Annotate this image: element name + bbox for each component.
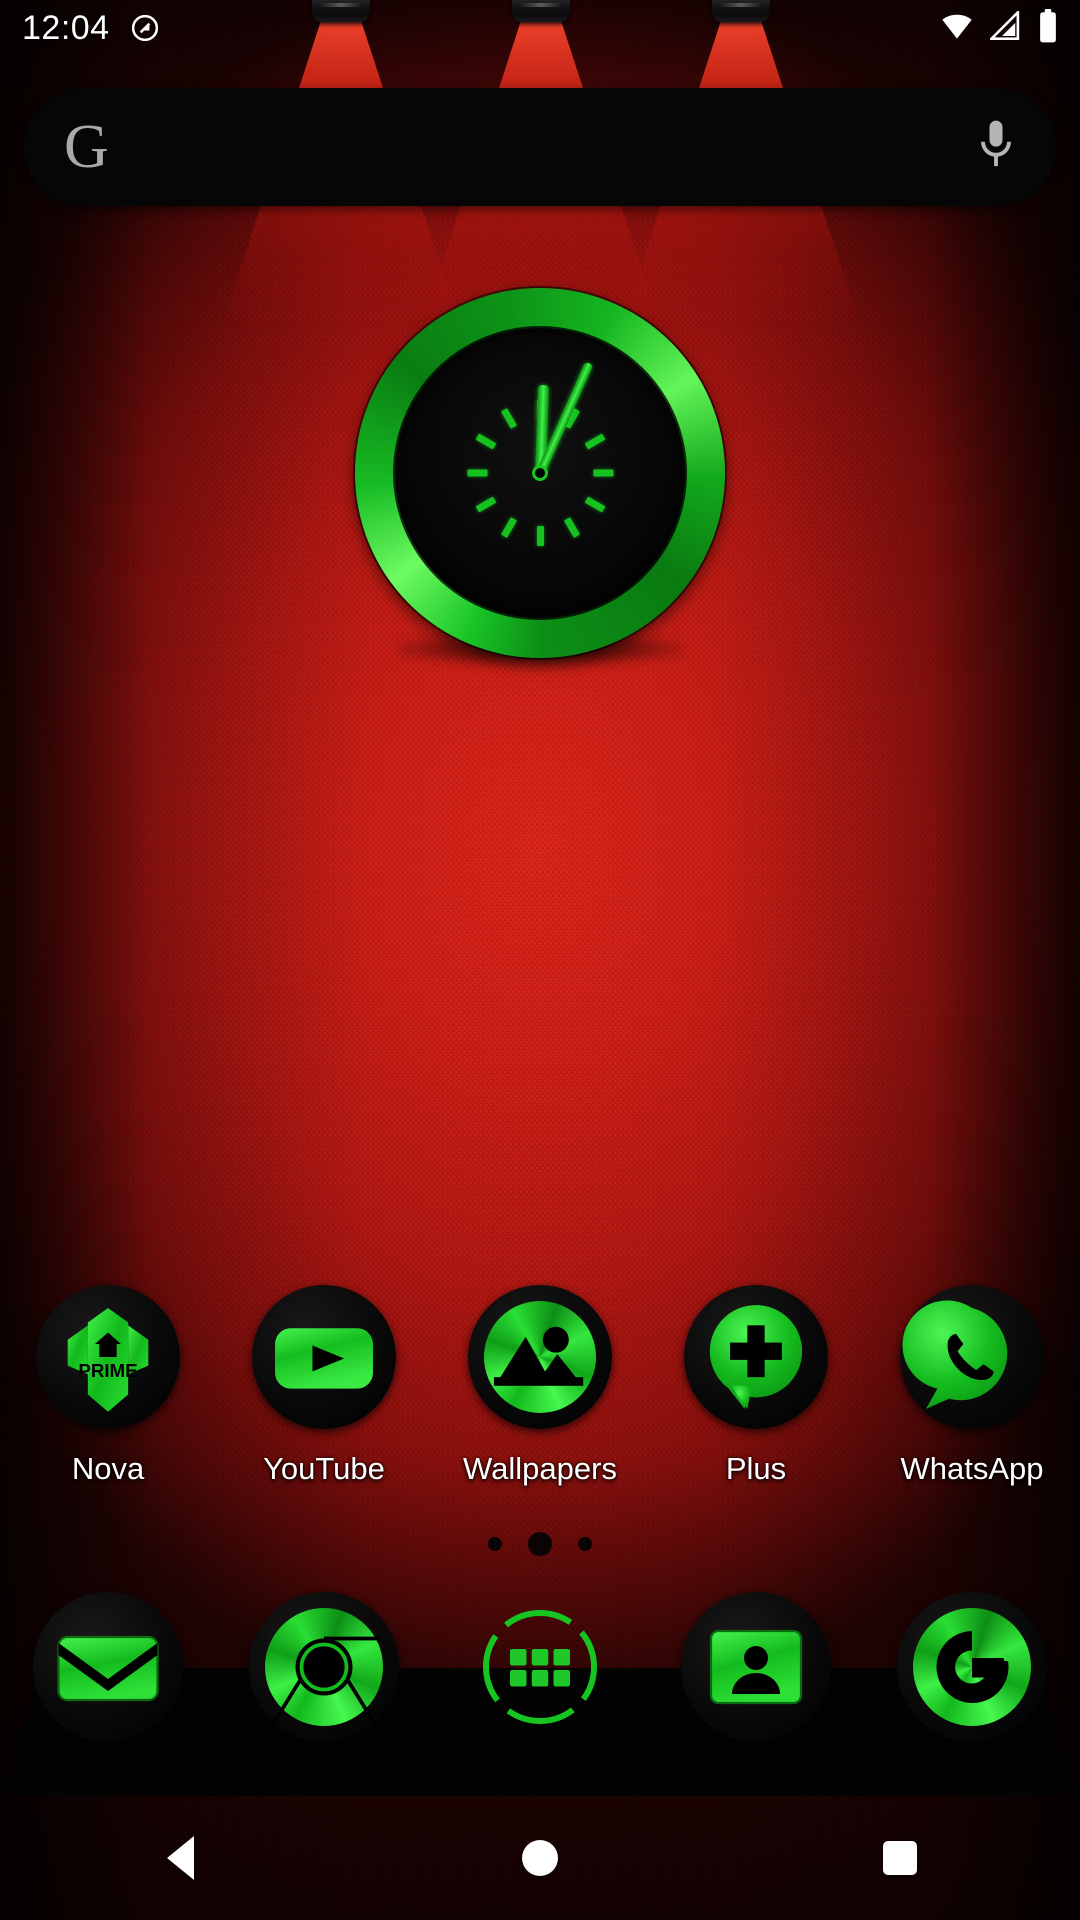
app-item-youtube[interactable]: YouTube [216,1285,432,1487]
rotation-lock-icon [130,13,160,43]
dock [0,1592,1080,1742]
page-dot[interactable] [488,1537,502,1551]
google-g-logo: G [64,113,109,181]
app-drawer-icon[interactable] [465,1592,615,1742]
app-item-whatsapp[interactable]: WhatsApp [864,1285,1080,1487]
app-item-wallpapers[interactable]: Wallpapers [432,1285,648,1487]
app-label: WhatsApp [900,1451,1044,1486]
app-grid-row: PRIME Nova YouTube Wallpapers Plus Whats… [0,1285,1080,1487]
app-item-nova[interactable]: PRIME Nova [0,1285,216,1487]
dock-item-chrome[interactable] [216,1592,432,1742]
dock-item-gmail[interactable] [0,1592,216,1742]
gmail-icon[interactable] [33,1592,183,1742]
search-input[interactable] [108,127,976,167]
home-circle-icon [522,1840,558,1876]
dock-item-app-drawer[interactable] [432,1592,648,1742]
page-dot-active[interactable] [528,1532,552,1556]
microphone-icon[interactable] [976,119,1016,176]
cell-signal-icon [988,9,1022,45]
dock-item-google[interactable] [864,1592,1080,1742]
clock-face [395,328,685,618]
dock-item-contacts[interactable] [648,1592,864,1742]
recents-square-icon [883,1841,917,1875]
back-button[interactable] [0,1836,360,1880]
app-label: Wallpapers [463,1451,617,1486]
app-label: YouTube [263,1451,385,1486]
chrome-icon[interactable] [249,1592,399,1742]
recents-button[interactable] [720,1841,1080,1875]
svg-text:PRIME: PRIME [78,1360,137,1381]
navigation-bar [0,1796,1080,1920]
youtube-icon[interactable] [252,1285,396,1429]
wallpapers-icon[interactable] [468,1285,612,1429]
home-screen: 12:04 G PRIME Nova YouTube Wallpapers Pl… [0,0,1080,1920]
status-bar-clock: 12:04 [22,8,110,47]
status-bar-icons [940,8,1058,48]
page-dot[interactable] [578,1537,592,1551]
contacts-icon[interactable] [681,1592,831,1742]
wifi-icon [940,12,974,45]
nova-prime-icon[interactable]: PRIME [36,1285,180,1429]
page-indicator[interactable] [0,1532,1080,1556]
analog-clock-widget[interactable] [355,288,725,666]
battery-full-icon [1038,8,1058,48]
google-icon[interactable] [897,1592,1047,1742]
whatsapp-icon[interactable] [900,1285,1044,1429]
status-bar: 12:04 [0,0,1080,56]
back-triangle-icon [166,1836,194,1880]
google-search-bar[interactable]: G [24,88,1056,206]
home-button[interactable] [360,1840,720,1876]
app-label: Plus [725,1451,787,1486]
google-plus-icon[interactable] [684,1285,828,1429]
app-item-plus[interactable]: Plus [648,1285,864,1487]
clock-center-cap [532,465,548,481]
app-label: Nova [71,1451,145,1486]
